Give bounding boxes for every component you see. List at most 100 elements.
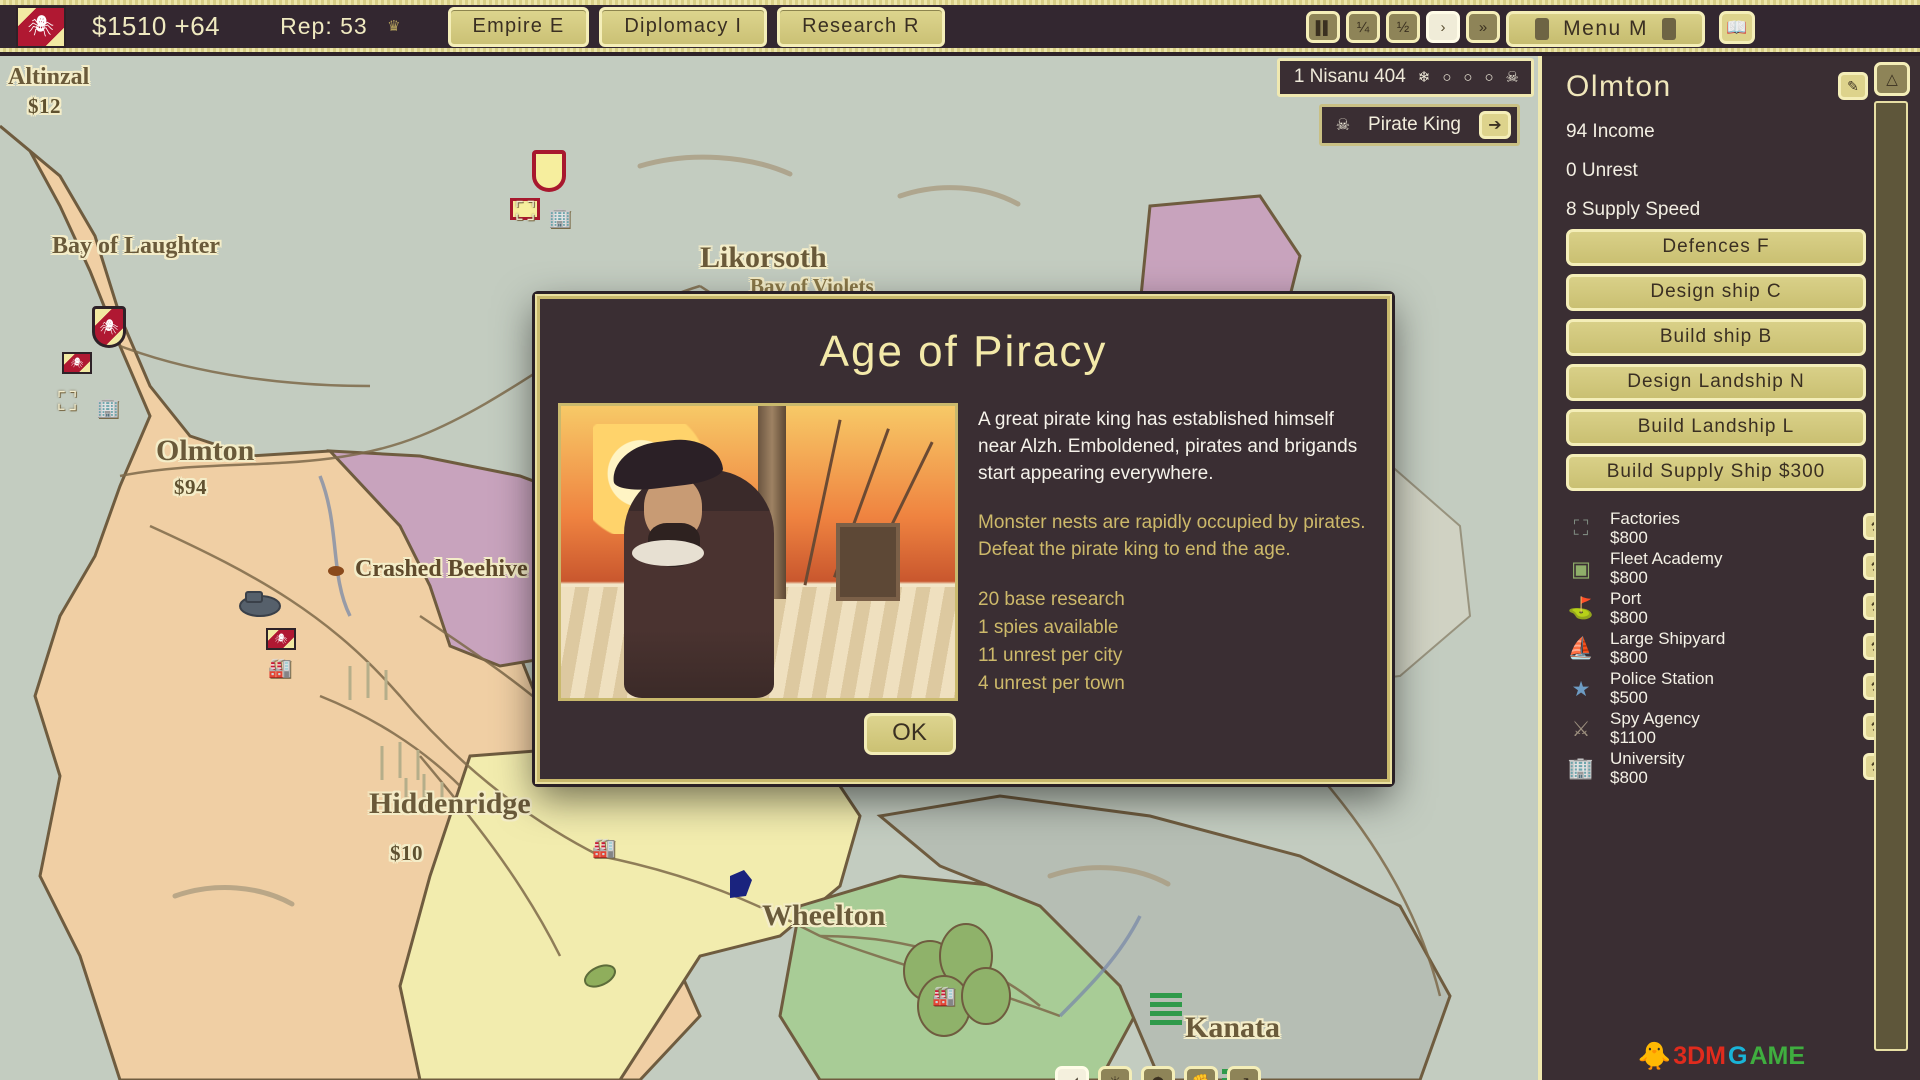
map-mode-bar: ◿ ☀ ☂ ✊ ↗ [1055, 1066, 1261, 1080]
dialog-body: A great pirate king has established hims… [558, 403, 1387, 701]
watermark-part-1: 3DM [1673, 1041, 1726, 1070]
table-row[interactable]: ⛵ Large Shipyard $800 ⚒ [1566, 629, 1902, 669]
dialog-stat-unrest-city: 11 unrest per city [978, 645, 1123, 667]
map-mode-unrest[interactable]: ✊ [1184, 1066, 1218, 1080]
stat-unrest: 0 Unrest [1566, 160, 1638, 181]
building-name: Spy Agency [1610, 709, 1700, 729]
dialog-stats: 20 base research 1 spies available 11 un… [978, 586, 1368, 698]
build-landship-button[interactable]: Build Landship L [1566, 409, 1866, 446]
design-landship-button[interactable]: Design Landship N [1566, 364, 1866, 401]
event-label: Pirate King [1368, 114, 1461, 135]
pause-button[interactable]: ▌▌ [1306, 11, 1340, 43]
building-cost: $800 [1610, 568, 1648, 587]
stat-income: 94 Income [1566, 121, 1655, 142]
menu-label: Menu M [1563, 17, 1648, 40]
spider-icon: 🕷 [99, 319, 119, 336]
watermark-part-3: AME [1749, 1041, 1805, 1070]
map-mode-select[interactable]: ◿ [1055, 1066, 1089, 1080]
arrow-right-icon[interactable]: ➔ [1479, 111, 1511, 139]
dialog-paragraph: A great pirate king has established hims… [978, 409, 1358, 484]
game-screen: 🕷 $1510 +64 Rep: 53 ♛ Empire E Diplomacy… [0, 0, 1920, 1080]
skull-icon: ☠ [1335, 117, 1351, 134]
olmton-faction-shield[interactable]: 🕷 [92, 306, 126, 348]
book-icon[interactable]: 📖 [1719, 11, 1755, 44]
map-mode-supply[interactable]: ↗ [1227, 1066, 1261, 1080]
building-cost: $800 [1610, 528, 1648, 547]
building-text: Factories $800 [1610, 510, 1902, 547]
building-name: Port [1610, 589, 1642, 609]
deck-crate [835, 522, 900, 601]
pencil-icon[interactable]: ✎ [1838, 72, 1868, 100]
table-row[interactable]: ⛶ Factories $800 ⚒ [1566, 509, 1902, 549]
snowflake-icon: ❄ [1417, 69, 1431, 86]
shipyard-icon: ⛵ [1567, 637, 1595, 660]
building-name: Large Shipyard [1610, 629, 1726, 649]
map-mode-political[interactable]: ☀ [1098, 1066, 1132, 1080]
building-name: University [1610, 749, 1685, 769]
university-icon: 🏢 [1567, 757, 1595, 780]
table-row[interactable]: ▣ Fleet Academy $800 ⚒ [1566, 549, 1902, 589]
spider-icon: 🕷 [274, 633, 288, 645]
dialog-highlight: Monster nests are rapidly occupied by pi… [978, 510, 1368, 564]
lighthouse-icon: ⛳ [1567, 597, 1595, 620]
spider-icon: 🕷 [27, 15, 55, 38]
event-dialog: Age of Piracy A great pirate king has es… [535, 294, 1392, 784]
scrollbar-track[interactable] [1874, 101, 1908, 1051]
menu-wrapper: Menu M [1506, 11, 1705, 47]
dialog-footer: OK [540, 713, 1387, 755]
olmton-city-icon[interactable]: ⛶ [58, 386, 76, 418]
likorsoth-city-icon[interactable]: ⛶ [516, 196, 534, 228]
watermark-part-2: G [1727, 1041, 1748, 1070]
map-mode-territory[interactable]: ☂ [1141, 1066, 1175, 1080]
speed-normal-button[interactable]: › [1426, 11, 1460, 43]
skull-icon: ☠ [1505, 69, 1519, 86]
hiddenridge-town-icon[interactable]: 🏭 [268, 656, 292, 680]
building-name: Fleet Academy [1610, 549, 1723, 569]
build-supply-ship-button[interactable]: Build Supply Ship $300 [1566, 454, 1866, 491]
building-cost: $1100 [1610, 728, 1657, 747]
faction-crest[interactable]: 🕷 [16, 5, 66, 48]
speed-fast-button[interactable]: » [1466, 11, 1500, 43]
building-name: Factories [1610, 509, 1680, 529]
olmton-unit-flag[interactable]: 🕷 [62, 352, 92, 374]
defences-button[interactable]: Defences F [1566, 229, 1866, 266]
dialog-title: Age of Piracy [819, 327, 1108, 376]
ok-button[interactable]: OK [863, 713, 956, 755]
triangle-up-icon[interactable]: △ [1874, 62, 1910, 96]
dialog-text-column: A great pirate king has established hims… [978, 403, 1368, 701]
factory-icon: ⛶ [1573, 517, 1589, 540]
building-text: Police Station $500 [1610, 670, 1902, 707]
table-row[interactable]: ★ Police Station $500 ⚒ [1566, 669, 1902, 709]
menu-button[interactable]: Menu M [1506, 11, 1705, 47]
building-text: Spy Agency $1100 [1610, 710, 1902, 747]
buildings-list: ⛶ Factories $800 ⚒ ▣ Fleet Academy $800 … [1566, 509, 1902, 789]
building-cost: $800 [1610, 648, 1648, 667]
design-ship-button[interactable]: Design ship C [1566, 274, 1866, 311]
speed-half-button[interactable]: ½ [1386, 11, 1420, 43]
table-row[interactable]: ⛳ Port $800 ⚒ [1566, 589, 1902, 629]
kanata-town-icon[interactable]: 🏭 [932, 984, 956, 1008]
spider-icon: 🕷 [70, 357, 84, 369]
spy-icon: ⚔ [1571, 717, 1591, 741]
table-row[interactable]: 🏢 University $800 ⚒ [1566, 749, 1902, 789]
hiddenridge-unit-flag[interactable]: 🕷 [266, 628, 296, 650]
sidebar-scrollbar[interactable]: △ [1874, 62, 1914, 1070]
speed-quarter-button[interactable]: ¼ [1346, 11, 1380, 43]
table-row[interactable]: ⚔ Spy Agency $1100 ⚒ [1566, 709, 1902, 749]
building-text: Fleet Academy $800 [1610, 550, 1902, 587]
dialog-stat-spies: 1 spies available [978, 616, 1119, 638]
build-ship-button[interactable]: Build ship B [1566, 319, 1866, 356]
city-panel: Olmton ✎ 94 Income 0 Unrest 8 Supply Spe… [1538, 56, 1920, 1080]
date-text: 1 Nisanu 404 [1293, 66, 1406, 87]
likorsoth-faction-shield[interactable] [532, 150, 566, 192]
likorsoth-buildings-icon[interactable]: 🏢 [548, 206, 572, 230]
diplomacy-button[interactable]: Diplomacy I [599, 6, 768, 47]
research-button[interactable]: Research R [777, 6, 945, 47]
chick-icon: 🐥 [1637, 1041, 1672, 1071]
reputation-display: Rep: 53 ♛ [280, 13, 401, 40]
wheelton-town-icon[interactable]: 🏭 [592, 836, 616, 860]
olmton-buildings-icon[interactable]: 🏢 [96, 396, 120, 420]
event-bar[interactable]: ☠ Pirate King ➔ [1318, 104, 1520, 146]
empire-button[interactable]: Empire E [447, 6, 590, 47]
pirate-king-illustration [558, 403, 958, 701]
